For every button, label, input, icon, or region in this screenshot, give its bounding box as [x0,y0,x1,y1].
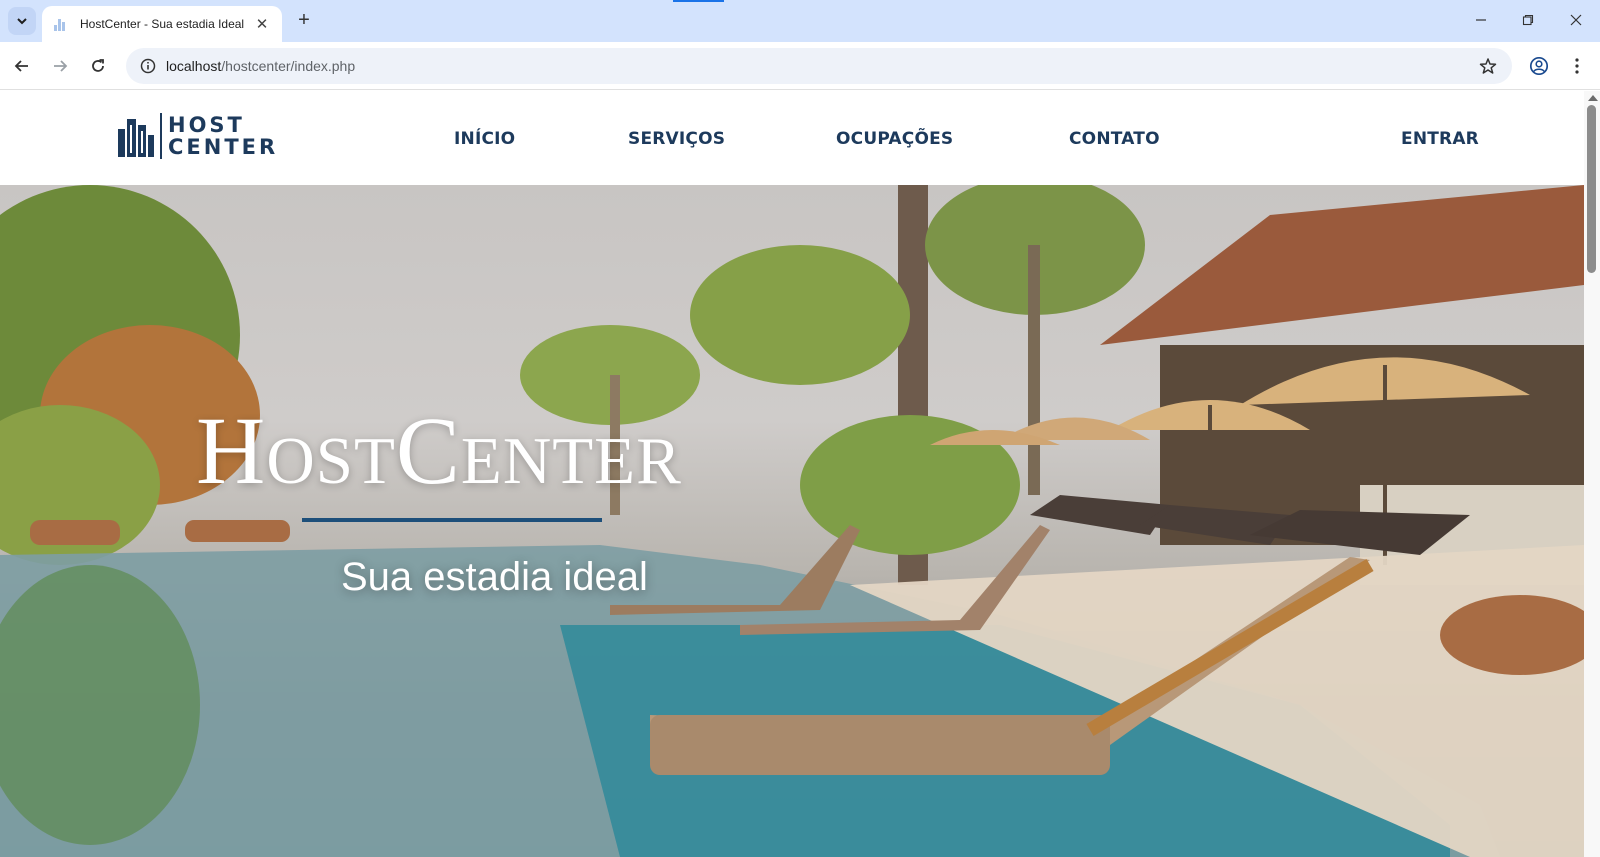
logo-divider [160,113,162,159]
nav-link-inicio[interactable]: INÍCIO [454,129,515,149]
page-viewport: HOST CENTER INÍCIO SERVIÇOS OCUPAÇÕES CO… [0,91,1584,857]
nav-link-ocupacoes[interactable]: OCUPAÇÕES [836,129,953,149]
kebab-menu-icon[interactable] [1563,52,1591,80]
favicon-icon [54,17,68,31]
hero-divider [302,518,602,522]
nav-link-contato[interactable]: CONTATO [1069,129,1160,149]
star-icon[interactable] [1478,56,1498,76]
buildings-logo-icon [118,119,154,157]
site-header: HOST CENTER INÍCIO SERVIÇOS OCUPAÇÕES CO… [0,91,1584,185]
address-bar[interactable]: localhost/hostcenter/index.php [126,48,1512,84]
chevron-down-icon [17,18,27,25]
url-text: localhost/hostcenter/index.php [166,58,356,74]
scroll-up-arrow-icon[interactable] [1588,95,1598,101]
plus-icon[interactable]: + [292,9,316,33]
scrollbar-thumb[interactable] [1587,105,1596,273]
arrow-left-icon[interactable] [8,52,36,80]
info-icon[interactable] [130,48,166,84]
tab-title: HostCenter - Sua estadia Ideal [80,17,245,31]
hero-title: HostCenter [196,397,682,504]
browser-tab-active[interactable]: HostCenter - Sua estadia Ideal ✕ [42,6,282,42]
site-logo[interactable]: HOST CENTER [116,113,278,159]
tab-search-button[interactable] [8,7,36,35]
page-scrollbar[interactable] [1584,91,1600,857]
hero-banner: HostCenter Sua estadia ideal [0,185,1584,857]
tab-loading-indicator [673,0,724,2]
close-icon[interactable]: ✕ [252,15,272,33]
restore-icon[interactable] [1513,8,1543,32]
arrow-right-icon[interactable] [46,52,74,80]
close-window-icon[interactable] [1561,8,1591,32]
resort-pool-background [0,185,1584,857]
minimize-icon[interactable] [1466,8,1496,32]
browser-titlebar: HostCenter - Sua estadia Ideal ✕ + [0,0,1600,42]
logo-text: HOST CENTER [168,113,279,159]
login-link[interactable]: ENTRAR [1401,129,1479,149]
nav-link-servicos[interactable]: SERVIÇOS [628,129,725,149]
browser-toolbar: localhost/hostcenter/index.php [0,42,1600,90]
reload-icon[interactable] [84,52,112,80]
profile-icon[interactable] [1525,52,1553,80]
hero-subtitle: Sua estadia ideal [341,555,648,599]
